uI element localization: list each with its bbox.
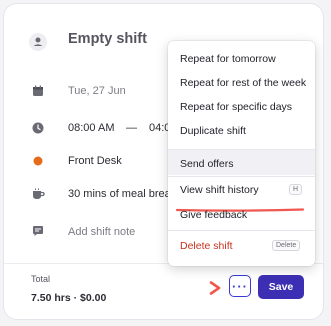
shortcut-badge: Delete [272,240,301,251]
menu-item-view-shift-history[interactable]: View shift history [180,184,259,196]
menu-divider [168,230,315,231]
more-options-button[interactable]: ··· [229,275,251,297]
shift-date[interactable]: Tue, 27 Jun [68,85,126,97]
menu-divider [168,176,315,177]
clock-icon [31,121,45,135]
time-separator: — [126,122,137,134]
user-icon [29,33,47,51]
shift-start-time[interactable]: 08:00 AM [68,122,114,134]
shift-editor-card: Empty shift Tue, 27 Jun 08:00 AM — 04:0 … [3,3,324,320]
note-bubble-icon [31,224,45,238]
menu-item-give-feedback[interactable]: Give feedback [180,209,247,221]
shift-note-input[interactable]: Add shift note [68,226,135,238]
total-value: 7.50 hrs · $0.00 [31,292,107,304]
shift-title[interactable]: Empty shift [68,31,147,47]
menu-item-repeat-rest-of-week[interactable]: Repeat for rest of the week [180,77,306,89]
location-color-dot [31,154,45,168]
shift-options-menu: Repeat for tomorrow Repeat for rest of t… [168,41,315,266]
total-label: Total [31,274,51,284]
menu-item-repeat-tomorrow[interactable]: Repeat for tomorrow [180,53,276,65]
menu-item-repeat-specific-days[interactable]: Repeat for specific days [180,101,292,113]
menu-item-duplicate-shift[interactable]: Duplicate shift [180,125,246,137]
annotation-arrow-icon [208,281,222,300]
more-options-icon: ··· [232,278,248,294]
shortcut-badge: H [289,184,303,195]
menu-item-delete-shift[interactable]: Delete shift [180,240,233,252]
coffee-cup-icon [31,187,45,201]
shift-location[interactable]: Front Desk [68,155,122,167]
save-button[interactable]: Save [258,275,304,299]
shift-break[interactable]: 30 mins of meal brea [68,188,171,200]
calendar-icon [31,84,45,98]
menu-item-send-offers[interactable]: Send offers [180,158,234,170]
